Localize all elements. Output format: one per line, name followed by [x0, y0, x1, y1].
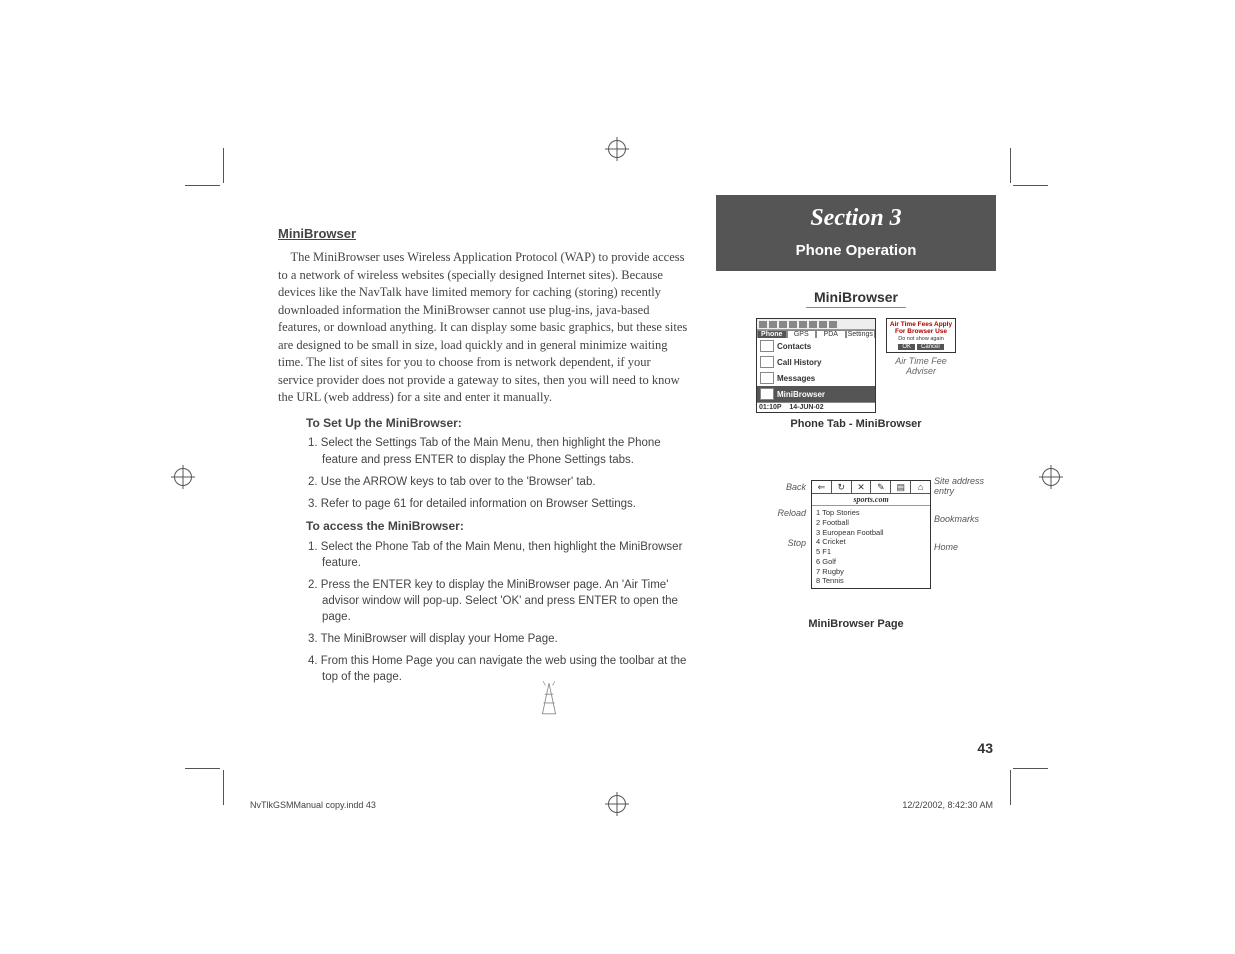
- browser-toolbar: ⇐ ↻ ✕ ✎ ▤ ⌂: [812, 481, 930, 494]
- figure-caption: MiniBrowser Page: [716, 618, 996, 630]
- crop-mark: [1010, 148, 1011, 183]
- crop-mark: [1010, 770, 1011, 805]
- figure-caption: Phone Tab - MiniBrowser: [716, 418, 996, 430]
- registration-mark-icon: [1042, 468, 1060, 486]
- reload-icon: ↻: [832, 481, 852, 493]
- list-item: 6 Golf: [816, 557, 926, 567]
- menu-minibrowser: MiniBrowser: [757, 386, 875, 402]
- minibrowser-icon: [760, 388, 774, 400]
- browser-screen-mockup: ⇐ ↻ ✕ ✎ ▤ ⌂ sports.com 1 Top Stories 2 F…: [811, 480, 931, 589]
- section-title: Section 3: [716, 205, 996, 232]
- adviser-checkbox-label: Do not show again: [889, 336, 953, 342]
- list-item: 1 Top Stories: [816, 508, 926, 518]
- call-history-icon: [760, 356, 774, 368]
- page-number: 43: [977, 740, 993, 756]
- footer-timestamp: 12/2/2002, 8:42:30 AM: [902, 800, 993, 810]
- footer-filename: NvTlkGSMManual copy.indd 43: [250, 800, 376, 810]
- crop-mark: [185, 768, 220, 769]
- right-column: Section 3 Phone Operation MiniBrowser Ph…: [716, 195, 996, 630]
- phone-footer: 01:10P 14-JUN-02: [757, 402, 875, 412]
- list-item: 2 Football: [816, 518, 926, 528]
- callout-back: Back: [756, 482, 806, 492]
- access-heading: To access the MiniBrowser:: [306, 518, 688, 535]
- callout-stop: Stop: [756, 538, 806, 548]
- right-heading: MiniBrowser: [806, 289, 906, 308]
- callout-home: Home: [934, 542, 994, 552]
- callout-site-address: Site address entry: [934, 476, 994, 496]
- registration-mark-icon: [174, 468, 192, 486]
- adviser-caption: Air Time Fee Adviser: [886, 356, 956, 376]
- registration-mark-icon: [608, 795, 626, 813]
- registration-mark-icon: [608, 140, 626, 158]
- messages-icon: [760, 372, 774, 384]
- tab-gps: GPS: [787, 330, 817, 338]
- access-step: 1. Select the Phone Tab of the Main Menu…: [322, 539, 688, 571]
- setup-step: 2. Use the ARROW keys to tab over to the…: [322, 474, 688, 490]
- intro-paragraph: The MiniBrowser uses Wireless Applicatio…: [278, 249, 688, 407]
- crop-mark: [223, 148, 224, 183]
- stop-icon: ✕: [852, 481, 872, 493]
- section-banner: Section 3 Phone Operation: [716, 195, 996, 271]
- access-step: 2. Press the ENTER key to display the Mi…: [322, 577, 688, 625]
- back-icon: ⇐: [812, 481, 832, 493]
- list-item: 3 European Football: [816, 528, 926, 538]
- menu-call-history: Call History: [757, 354, 875, 370]
- figure-browser: Back Reload Stop Site address entry Book…: [716, 470, 996, 630]
- adviser-text: Air Time Fees Apply For Browser Use: [889, 321, 953, 335]
- crop-mark: [1013, 768, 1048, 769]
- tab-pda: PDA: [816, 330, 846, 338]
- list-item: 4 Cricket: [816, 537, 926, 547]
- tower-icon: [538, 681, 560, 716]
- left-column: MiniBrowser The MiniBrowser uses Wireles…: [278, 225, 688, 691]
- callout-bookmarks: Bookmarks: [934, 514, 994, 524]
- crop-mark: [223, 770, 224, 805]
- list-item: 5 F1: [816, 547, 926, 557]
- bookmarks-icon: ▤: [891, 481, 911, 493]
- callout-reload: Reload: [756, 508, 806, 518]
- adviser-mockup: Air Time Fees Apply For Browser Use Do n…: [886, 318, 956, 376]
- access-step: 4. From this Home Page you can navigate …: [322, 653, 688, 685]
- contacts-icon: [760, 340, 774, 352]
- setup-heading: To Set Up the MiniBrowser:: [306, 415, 688, 432]
- tab-phone: Phone: [757, 330, 787, 338]
- list-item: 8 Tennis: [816, 576, 926, 586]
- phone-screen-mockup: Phone GPS PDA Settings Contacts Call His…: [756, 318, 876, 413]
- adviser-ok: OK: [898, 344, 915, 350]
- section-heading-minibrowser: MiniBrowser: [278, 225, 688, 243]
- list-item: 7 Rugby: [816, 567, 926, 577]
- phone-tabs: Phone GPS PDA Settings: [757, 330, 875, 338]
- setup-step: 3. Refer to page 61 for detailed informa…: [322, 496, 688, 512]
- tab-settings: Settings: [846, 330, 876, 338]
- status-bar: [757, 319, 875, 330]
- figure-phone-tab: Phone GPS PDA Settings Contacts Call His…: [716, 318, 996, 413]
- crop-mark: [185, 185, 220, 186]
- document-page: MiniBrowser The MiniBrowser uses Wireles…: [0, 0, 1235, 954]
- access-step: 3. The MiniBrowser will display your Hom…: [322, 631, 688, 647]
- section-subtitle: Phone Operation: [716, 242, 996, 259]
- menu-contacts: Contacts: [757, 338, 875, 354]
- address-icon: ✎: [871, 481, 891, 493]
- browser-url: sports.com: [812, 494, 930, 506]
- setup-step: 1. Select the Settings Tab of the Main M…: [322, 435, 688, 467]
- browser-list: 1 Top Stories 2 Football 3 European Foot…: [812, 506, 930, 588]
- adviser-cancel: Cancel: [917, 344, 944, 350]
- home-icon: ⌂: [911, 481, 930, 493]
- crop-mark: [1013, 185, 1048, 186]
- menu-messages: Messages: [757, 370, 875, 386]
